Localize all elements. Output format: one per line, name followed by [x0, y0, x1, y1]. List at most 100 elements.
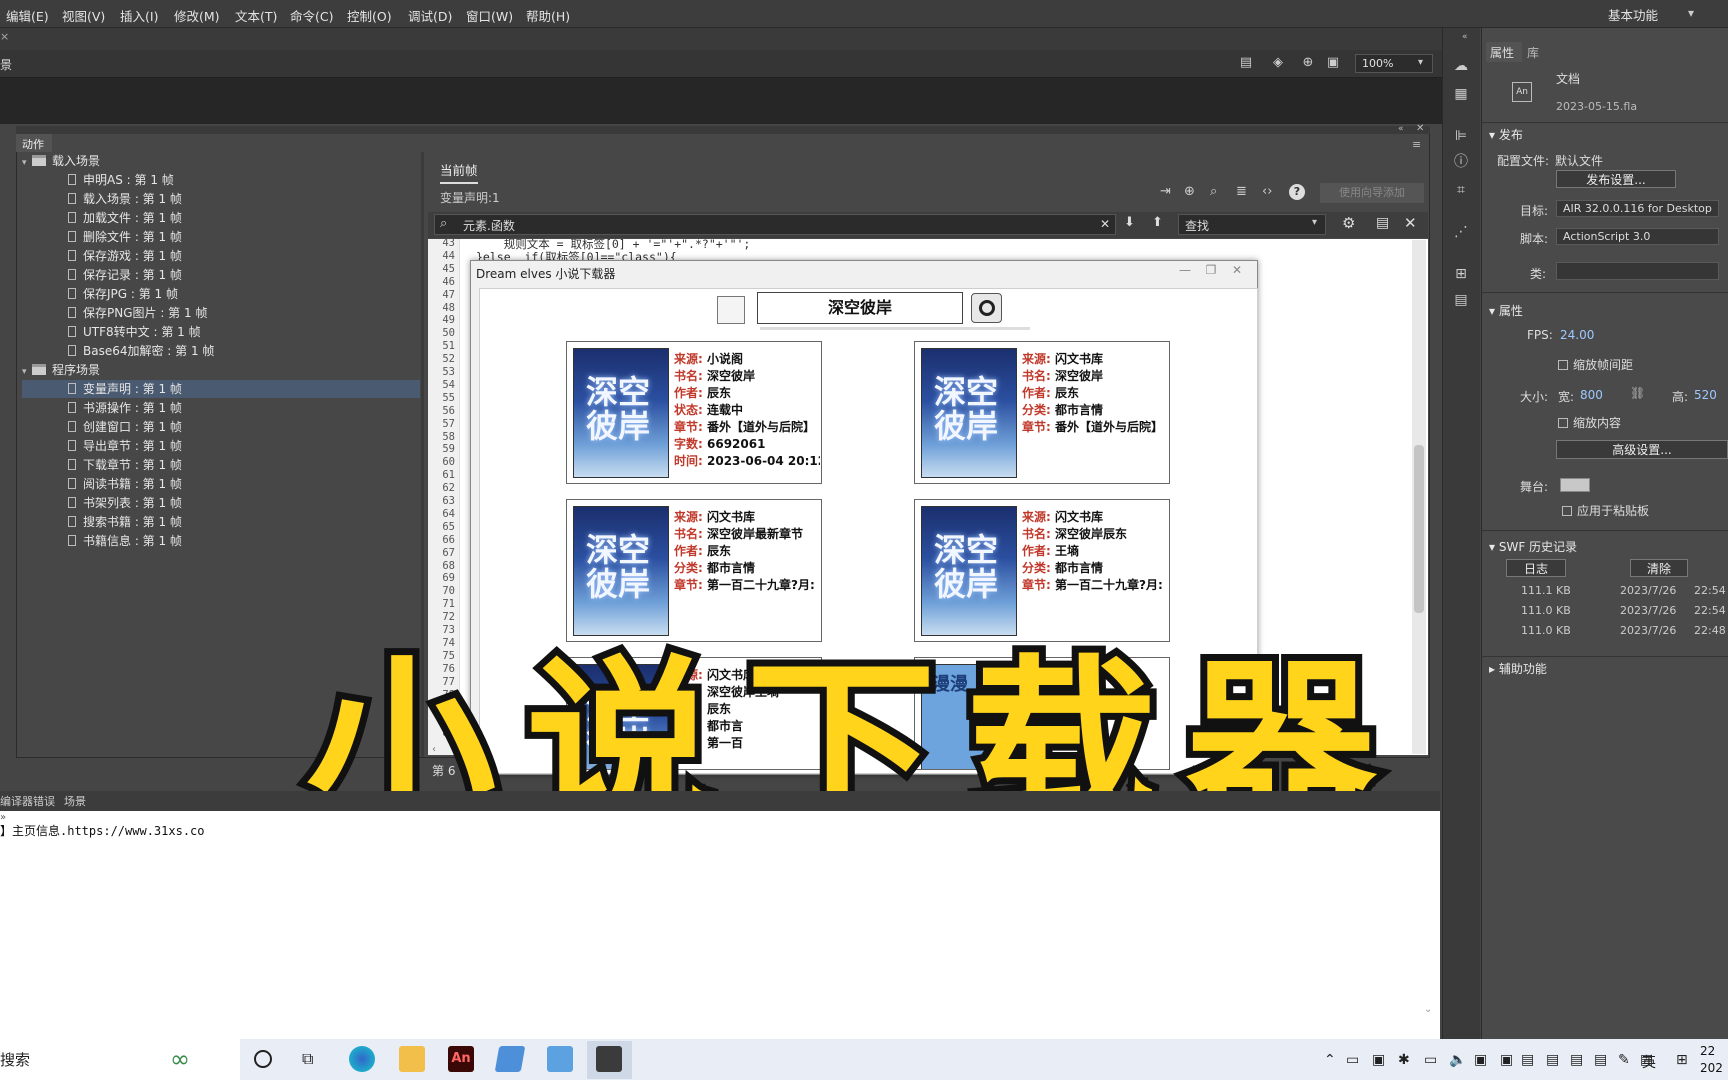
log-button[interactable]: 日志 [1506, 559, 1566, 577]
swf-history-header[interactable]: ▾ SWF 历史记录 [1489, 538, 1577, 555]
checkbox[interactable] [1558, 360, 1568, 370]
menu-item[interactable]: 编辑(E) [6, 6, 49, 25]
clear-button[interactable]: 清除 [1630, 559, 1688, 577]
gear-icon[interactable]: ⚙ [1342, 214, 1355, 232]
animate-icon[interactable]: An [448, 1046, 474, 1072]
scale-spans-checkbox[interactable]: 缩放帧间距 [1558, 356, 1633, 373]
tree-frame[interactable]: 创建窗口 : 第 1 帧 [22, 418, 420, 436]
menu-item[interactable]: 插入(I) [120, 6, 158, 25]
checkbox[interactable] [1562, 506, 1572, 516]
chevron-down-icon[interactable]: ▾ [22, 154, 32, 172]
file-explorer-icon[interactable] [399, 1046, 425, 1072]
tab-scene[interactable]: 场景 [64, 793, 86, 809]
app-icon[interactable] [494, 1046, 526, 1072]
target-select[interactable]: AIR 32.0.0.116 for Desktop [1556, 200, 1719, 217]
class-input[interactable] [1556, 262, 1719, 280]
script-select[interactable]: ActionScript 3.0 [1556, 228, 1719, 245]
tree-scene[interactable]: ▾ 载入场景 [22, 152, 420, 170]
menu-item[interactable]: 帮助(H) [526, 6, 570, 25]
apply-pasteboard-checkbox[interactable]: 应用于粘贴板 [1562, 502, 1649, 519]
center-stage-icon[interactable]: ⊕ [1300, 56, 1316, 70]
flash-player-icon[interactable] [596, 1046, 622, 1072]
tree-frame[interactable]: 保存JPG : 第 1 帧 [22, 285, 420, 303]
menu-item[interactable]: 文本(T) [235, 6, 277, 25]
tree-frame[interactable]: 删除文件 : 第 1 帧 [22, 228, 420, 246]
menu-item[interactable]: 调试(D) [408, 6, 452, 25]
menu-item[interactable]: 控制(O) [347, 6, 392, 25]
tree-frame[interactable]: 加载文件 : 第 1 帧 [22, 209, 420, 227]
app-icon[interactable] [547, 1046, 573, 1072]
pin-icon[interactable]: ⇥ [1160, 184, 1171, 199]
height-value[interactable]: 520 [1694, 388, 1717, 402]
book-card[interactable]: 深空彼岸 来源: 小说阁 书名: 深空彼岸 作者: 辰东 状态: 连载中 章节: 番外【道… [566, 341, 822, 484]
tree-frame[interactable]: 书源操作 : 第 1 帧 [22, 399, 420, 417]
tab-compiler-errors[interactable]: 编译器错误 [0, 793, 55, 809]
publish-settings-button[interactable]: 发布设置... [1556, 170, 1676, 188]
tree-frame[interactable]: 申明AS : 第 1 帧 [22, 171, 420, 189]
close-icon[interactable]: ✕ [1416, 123, 1424, 134]
close-icon[interactable]: ✕ [1404, 214, 1417, 232]
help-icon[interactable]: ? [1289, 184, 1305, 200]
tree-frame[interactable]: 变量声明 : 第 1 帧 [22, 380, 420, 398]
tree-frame[interactable]: 保存PNG图片 : 第 1 帧 [22, 304, 420, 322]
search-icon[interactable]: ⌕ [1210, 184, 1217, 199]
task-view-icon[interactable]: ⧉ [302, 1049, 313, 1069]
search-button[interactable] [971, 293, 1002, 323]
width-value[interactable]: 800 [1580, 388, 1603, 402]
start-circle-icon[interactable] [254, 1050, 272, 1068]
search-highlight-icon[interactable]: ∞ [170, 1044, 228, 1074]
menu-item[interactable]: 命令(C) [290, 6, 333, 25]
target-icon[interactable]: ⊕ [1184, 184, 1195, 199]
chevron-down-icon[interactable]: ▾ [22, 363, 32, 381]
checkbox[interactable] [1558, 418, 1568, 428]
tree-frame[interactable]: Base64加解密 : 第 1 帧 [22, 342, 420, 360]
chevron-down-icon[interactable]: ▾ [1688, 6, 1694, 20]
properties-section-header[interactable]: ▾ 属性 [1489, 302, 1523, 319]
clapper-icon[interactable]: ▤ [1238, 56, 1254, 70]
tree-frame[interactable]: 保存记录 : 第 1 帧 [22, 266, 420, 284]
workspace-switcher[interactable]: 基本功能 [1608, 5, 1658, 24]
clip-icon[interactable]: ▣ [1325, 56, 1341, 70]
tab-current-frame[interactable]: 当前帧 [440, 160, 478, 184]
book-search-input[interactable]: 深空彼岸 [757, 292, 963, 324]
tree-scene[interactable]: ▾ 程序场景 [22, 361, 420, 379]
tree-frame[interactable]: 载入场景 : 第 1 帧 [22, 190, 420, 208]
tree-frame[interactable]: 导出章节 : 第 1 帧 [22, 437, 420, 455]
tree-frame[interactable]: 下载章节 : 第 1 帧 [22, 456, 420, 474]
link-icon[interactable]: ⛓ [1630, 386, 1645, 400]
tree-frame[interactable]: 搜索书籍 : 第 1 帧 [22, 513, 420, 531]
minimize-icon[interactable]: — [1174, 263, 1196, 277]
code-hint-button[interactable]: 使用向导添加 [1320, 183, 1424, 203]
close-icon[interactable]: ✕ [1226, 263, 1248, 277]
stage-color-swatch[interactable] [1560, 478, 1590, 492]
accessibility-header[interactable]: ▸ 辅助功能 [1489, 660, 1547, 677]
edit-symbol-icon[interactable]: ◈ [1270, 56, 1286, 70]
publish-section-header[interactable]: ▾ 发布 [1489, 126, 1523, 143]
arrow-up-icon[interactable]: ⬆ [1152, 215, 1163, 230]
collapse-icon[interactable]: « [1462, 32, 1468, 42]
book-card[interactable]: 深空彼岸 来源: 闪文书库 书名: 深空彼岸最新章节 作者: 辰东 分类: 都市言情 章节… [566, 499, 822, 642]
code-snippets-icon[interactable]: ‹› [1262, 184, 1272, 199]
edge-icon[interactable] [349, 1046, 375, 1072]
panel-menu-icon[interactable]: ≡ [1412, 138, 1421, 151]
fps-value[interactable]: 24.00 [1560, 328, 1594, 342]
menu-item[interactable]: 视图(V) [62, 6, 105, 25]
tree-frame[interactable]: 阅读书籍 : 第 1 帧 [22, 475, 420, 493]
scale-content-checkbox[interactable]: 缩放内容 [1558, 414, 1621, 431]
tab-actions[interactable]: 动作 [16, 134, 52, 152]
tree-frame[interactable]: 保存游戏 : 第 1 帧 [22, 247, 420, 265]
advanced-settings-button[interactable]: 高级设置... [1556, 440, 1728, 459]
menu-item[interactable]: 修改(M) [174, 6, 220, 25]
find-input[interactable]: 元素.函数 [434, 214, 1116, 235]
close-icon[interactable]: × [0, 30, 9, 43]
collapse-icon[interactable]: « [1398, 124, 1404, 134]
tab-library[interactable]: 库 [1527, 44, 1539, 61]
find-mode-select[interactable]: 查找 [1178, 214, 1326, 235]
output-panel[interactable] [0, 811, 1440, 1039]
ime-indicator[interactable]: 英 [1642, 1052, 1656, 1072]
book-card[interactable]: 深空彼岸 来源: 闪文书库 书名: 深空彼岸辰东 作者: 王墒 分类: 都市言情 章节: … [914, 499, 1170, 642]
book-card[interactable]: 深空彼岸 来源: 闪文书库 书名: 深空彼岸 作者: 辰东 分类: 都市言情 章节: 番外… [914, 341, 1170, 484]
format-icon[interactable]: ≣ [1236, 184, 1247, 199]
clock[interactable]: 22 202 [1700, 1043, 1723, 1077]
scroll-thumb[interactable] [1414, 445, 1424, 613]
